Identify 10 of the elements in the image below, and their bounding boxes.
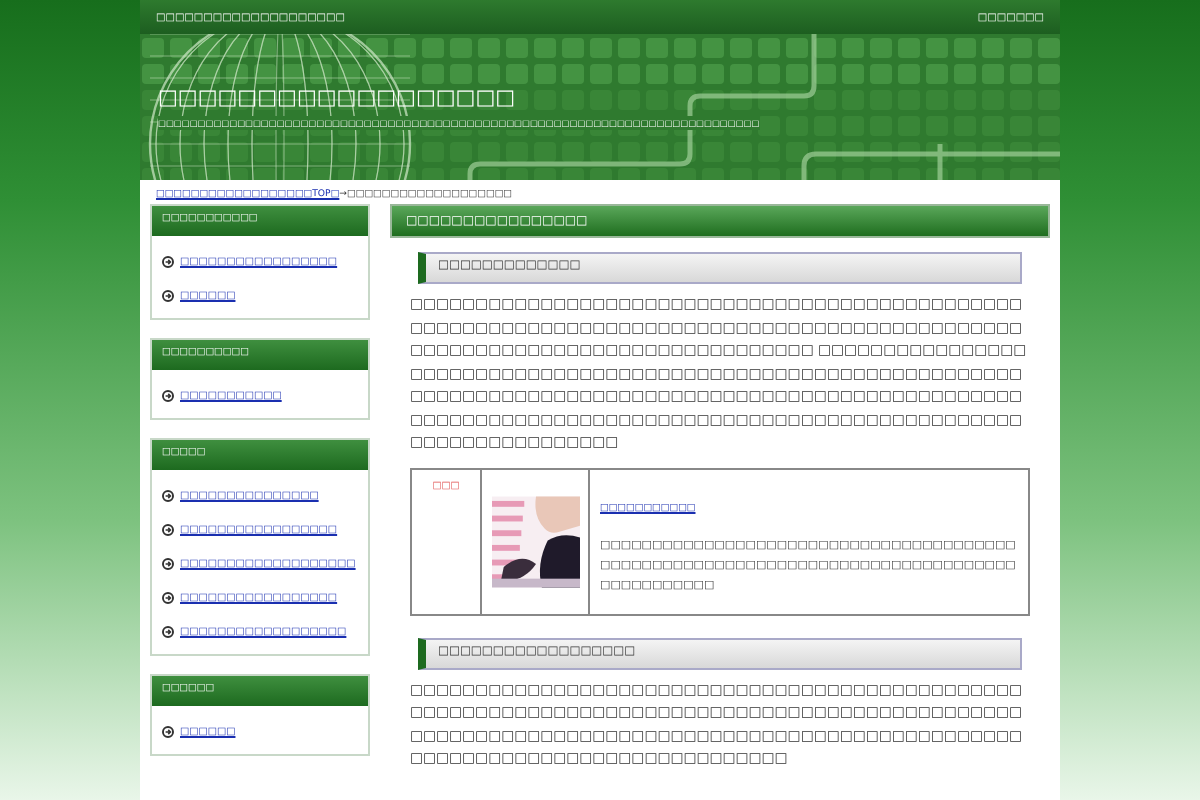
site-title[interactable]: □□□□□□□□□□□□□□□□□□ xyxy=(158,85,516,109)
arrow-circle-icon xyxy=(162,255,174,267)
arrow-circle-icon xyxy=(162,389,174,401)
arrow-circle-icon xyxy=(162,489,174,501)
arrow-circle-icon xyxy=(162,591,174,603)
arrow-circle-icon xyxy=(162,725,174,737)
arrow-circle-icon xyxy=(162,625,174,637)
arrow-circle-icon xyxy=(162,289,174,301)
arrow-circle-icon xyxy=(162,523,174,535)
arrow-circle-icon xyxy=(162,557,174,569)
